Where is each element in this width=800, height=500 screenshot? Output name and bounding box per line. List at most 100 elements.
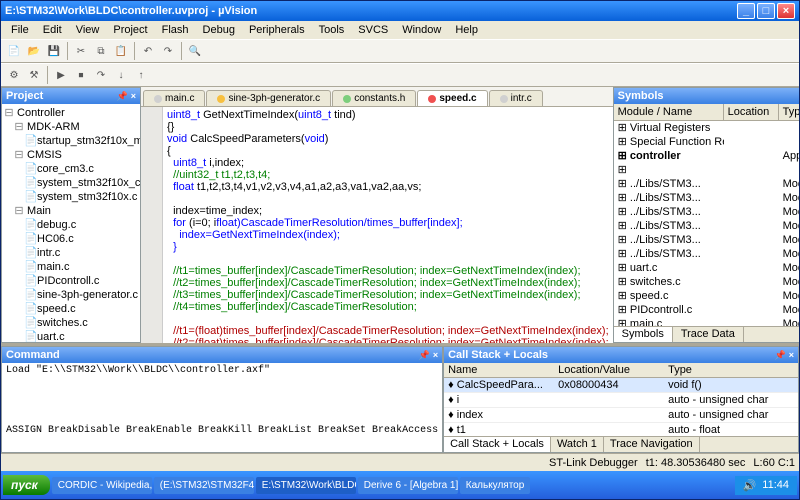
tree-node[interactable]: 📄 speed.c (4, 302, 138, 316)
redo-icon[interactable]: ↷ (159, 42, 177, 60)
symbol-row[interactable]: ⊞ Special Function Re... (614, 135, 799, 149)
symbol-row[interactable]: ⊞ (614, 163, 799, 177)
find-icon[interactable]: 🔍 (186, 42, 204, 60)
symbol-row[interactable]: ⊞ ../Libs/STM3...Module (614, 247, 799, 261)
callstack-row[interactable]: ♦ CalcSpeedPara...0x08000434void f() (444, 378, 798, 393)
tray-icon[interactable]: 🔊 (743, 479, 757, 492)
callstack-list[interactable]: ♦ CalcSpeedPara...0x08000434void f()♦ ia… (444, 378, 798, 436)
tree-node[interactable]: 📄 sine-3ph-generator.c (4, 288, 138, 302)
new-icon[interactable]: 📄 (5, 42, 23, 60)
taskbar-task[interactable]: Derive 6 - [Algebra 1] (358, 477, 458, 494)
tree-node[interactable]: 📄 switches.c (4, 316, 138, 330)
editor-tab[interactable]: speed.c (417, 90, 487, 106)
symbol-row[interactable]: ⊞ ../Libs/STM3...Module (614, 205, 799, 219)
command-output[interactable]: Load "E:\\STM32\\Work\\BLDC\\controller.… (2, 363, 442, 452)
menu-edit[interactable]: Edit (37, 23, 68, 37)
tree-node[interactable]: ⊟ Controller (4, 106, 138, 120)
step-out-icon[interactable]: ↑ (132, 66, 150, 84)
copy-icon[interactable]: ⧉ (92, 42, 110, 60)
col-location[interactable]: Location/Value (554, 363, 664, 377)
symbol-row[interactable]: ⊞ ../Libs/STM3...Module (614, 233, 799, 247)
code-content[interactable]: uint8_t GetNextTimeIndex(uint8_t tind) {… (163, 107, 613, 343)
debug-run-icon[interactable]: ▶ (52, 66, 70, 84)
col-name[interactable]: Module / Name (614, 104, 724, 120)
editor-tab[interactable]: intr.c (489, 90, 543, 106)
symbol-row[interactable]: ⊞ main.cModule (614, 317, 799, 326)
tree-node[interactable]: 📄 HC06.c (4, 232, 138, 246)
tab-watch1[interactable]: Watch 1 (551, 437, 604, 452)
system-tray[interactable]: 🔊 11:44 (735, 476, 797, 495)
tree-node[interactable]: 📄 uart.c (4, 330, 138, 342)
symbol-row[interactable]: ⊞ Virtual Registers (614, 121, 799, 135)
undo-icon[interactable]: ↶ (139, 42, 157, 60)
tree-node[interactable]: ⊟ Main (4, 204, 138, 218)
symbol-row[interactable]: ⊞ speed.cModule (614, 289, 799, 303)
col-name[interactable]: Name (444, 363, 554, 377)
cut-icon[interactable]: ✂ (72, 42, 90, 60)
symbol-row[interactable]: ⊞ ../Libs/STM3...Module (614, 219, 799, 233)
save-icon[interactable]: 💾 (45, 42, 63, 60)
minimize-button[interactable]: _ (737, 3, 755, 19)
tab-symbols[interactable]: Symbols (614, 327, 673, 342)
taskbar-task[interactable]: E:\STM32\Work\BLDC... (256, 477, 356, 494)
symbol-row[interactable]: ⊞ ../Libs/STM3...Module (614, 191, 799, 205)
panel-close-icon[interactable]: × (433, 350, 438, 360)
open-icon[interactable]: 📂 (25, 42, 43, 60)
menu-svcs[interactable]: SVCS (352, 23, 394, 37)
tab-trace-nav[interactable]: Trace Navigation (604, 437, 700, 452)
editor-tab[interactable]: main.c (143, 90, 205, 106)
symbol-row[interactable]: ⊞ switches.cModule (614, 275, 799, 289)
start-button[interactable]: пуск (3, 475, 50, 495)
callstack-row[interactable]: ♦ t1auto - float (444, 423, 798, 436)
symbol-row[interactable]: ⊞ ../Libs/STM3...Module (614, 177, 799, 191)
callstack-row[interactable]: ♦ indexauto - unsigned char (444, 408, 798, 423)
step-into-icon[interactable]: ↓ (112, 66, 130, 84)
symbol-row[interactable]: ⊞ controllerApplication (614, 149, 799, 163)
tree-node[interactable]: 📄 system_stm32f10x.c (4, 190, 138, 204)
menu-peripherals[interactable]: Peripherals (243, 23, 311, 37)
editor-tab[interactable]: sine-3ph-generator.c (206, 90, 331, 106)
panel-close-icon[interactable]: × (789, 350, 794, 360)
panel-pin-icon[interactable]: 📌 (419, 350, 430, 361)
panel-pin-icon[interactable]: 📌 (775, 350, 786, 361)
menu-debug[interactable]: Debug (197, 23, 241, 37)
tree-node[interactable]: 📄 startup_stm32f10x_mx (4, 134, 138, 148)
tree-node[interactable]: 📄 debug.c (4, 218, 138, 232)
taskbar-task[interactable]: (E:\STM32\STM32F4... (154, 477, 254, 494)
symbol-row[interactable]: ⊞ PIDcontroll.cModule (614, 303, 799, 317)
col-location[interactable]: Location (724, 104, 779, 120)
col-type[interactable]: Type (664, 363, 798, 377)
editor-tab[interactable]: constants.h (332, 90, 416, 106)
taskbar-task[interactable]: Калькулятор (460, 477, 531, 494)
menu-file[interactable]: File (5, 23, 35, 37)
callstack-row[interactable]: ♦ iauto - unsigned char (444, 393, 798, 408)
panel-close-icon[interactable]: × (131, 91, 136, 101)
menu-view[interactable]: View (70, 23, 106, 37)
symbols-list[interactable]: ⊞ Virtual Registers⊞ Special Function Re… (614, 121, 799, 326)
col-type[interactable]: Type (779, 104, 799, 120)
tree-node[interactable]: 📄 system_stm32f10x_conf.h (4, 176, 138, 190)
panel-pin-icon[interactable]: 📌 (117, 91, 128, 102)
menu-window[interactable]: Window (396, 23, 447, 37)
maximize-button[interactable]: □ (757, 3, 775, 19)
tree-node[interactable]: ⊟ MDK-ARM (4, 120, 138, 134)
taskbar-task[interactable]: CORDIC - Wikipedia,... (52, 477, 152, 494)
menu-tools[interactable]: Tools (313, 23, 351, 37)
tab-trace-data[interactable]: Trace Data (673, 327, 744, 342)
tab-callstack[interactable]: Call Stack + Locals (444, 437, 551, 452)
tree-node[interactable]: 📄 core_cm3.c (4, 162, 138, 176)
rebuild-icon[interactable]: ⚒ (25, 66, 43, 84)
tree-node[interactable]: ⊟ CMSIS (4, 148, 138, 162)
tree-node[interactable]: 📄 main.c (4, 260, 138, 274)
close-button[interactable]: × (777, 3, 795, 19)
project-tree[interactable]: ⊟ Controller⊟ MDK-ARM📄 startup_stm32f10x… (2, 104, 140, 342)
code-editor[interactable]: uint8_t GetNextTimeIndex(uint8_t tind) {… (141, 107, 613, 343)
paste-icon[interactable]: 📋 (112, 42, 130, 60)
symbol-row[interactable]: ⊞ uart.cModule (614, 261, 799, 275)
tree-node[interactable]: 📄 PIDcontroll.c (4, 274, 138, 288)
menu-help[interactable]: Help (449, 23, 484, 37)
step-over-icon[interactable]: ↷ (92, 66, 110, 84)
menu-flash[interactable]: Flash (156, 23, 195, 37)
tree-node[interactable]: 📄 intr.c (4, 246, 138, 260)
debug-stop-icon[interactable]: ⏹ (72, 66, 90, 84)
